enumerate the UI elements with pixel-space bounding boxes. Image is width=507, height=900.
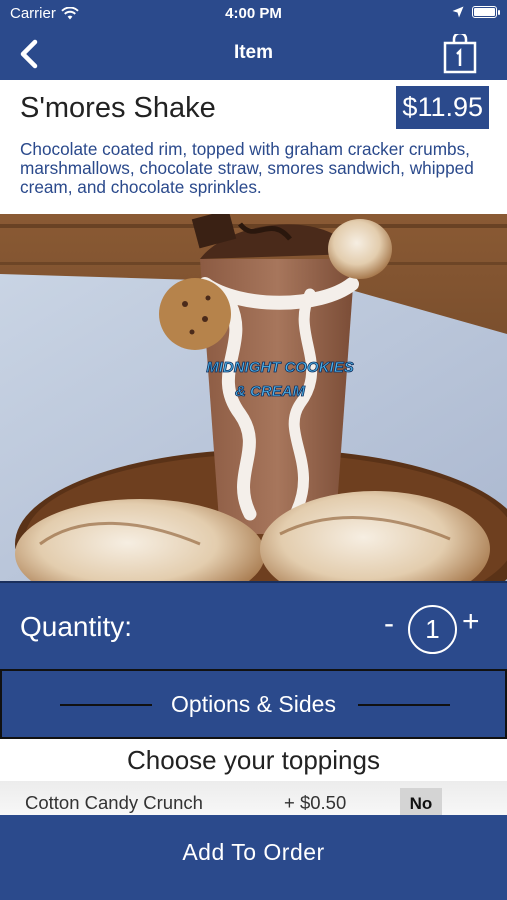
quantity-bar: Quantity: - 1 +	[0, 581, 507, 671]
toppings-title: Choose your toppings	[0, 739, 507, 781]
quantity-decrement-button[interactable]: -	[384, 607, 394, 641]
status-bar: Carrier 4:00 PM	[0, 0, 507, 28]
add-to-order-button[interactable]: Add To Order	[0, 815, 507, 900]
status-time: 4:00 PM	[225, 5, 282, 22]
topping-name: Cotton Candy Crunch	[25, 792, 203, 813]
divider-right	[358, 704, 450, 706]
price-badge: $11.95	[396, 86, 489, 129]
topping-row: Cotton Candy Crunch + $0.50 No	[0, 781, 507, 818]
options-sides-button[interactable]: Options & Sides	[0, 669, 507, 739]
page-title: Item	[233, 42, 274, 63]
cup-logo-line1: MIDNIGHT COOKIES	[206, 359, 354, 376]
cup-logo-line2: & CREAM	[235, 383, 306, 400]
topping-toggle[interactable]: No	[400, 788, 442, 818]
nav-bar: Item	[0, 28, 507, 80]
quantity-value: 1	[408, 605, 457, 654]
item-name: S'mores Shake	[20, 92, 216, 124]
shopping-bag-icon[interactable]	[443, 34, 477, 74]
item-description: Chocolate coated rim, topped with graham…	[20, 139, 474, 197]
item-photo: MIDNIGHT COOKIES & CREAM	[0, 214, 507, 581]
item-header: S'mores Shake $11.95 Chocolate coated ri…	[0, 80, 507, 214]
quantity-increment-button[interactable]: +	[462, 605, 480, 639]
quantity-label: Quantity:	[20, 611, 133, 642]
battery-icon	[472, 6, 500, 18]
shake-photo-illustration: MIDNIGHT COOKIES & CREAM	[0, 214, 507, 581]
location-arrow-icon	[452, 6, 464, 18]
topping-price: + $0.50	[284, 792, 347, 813]
